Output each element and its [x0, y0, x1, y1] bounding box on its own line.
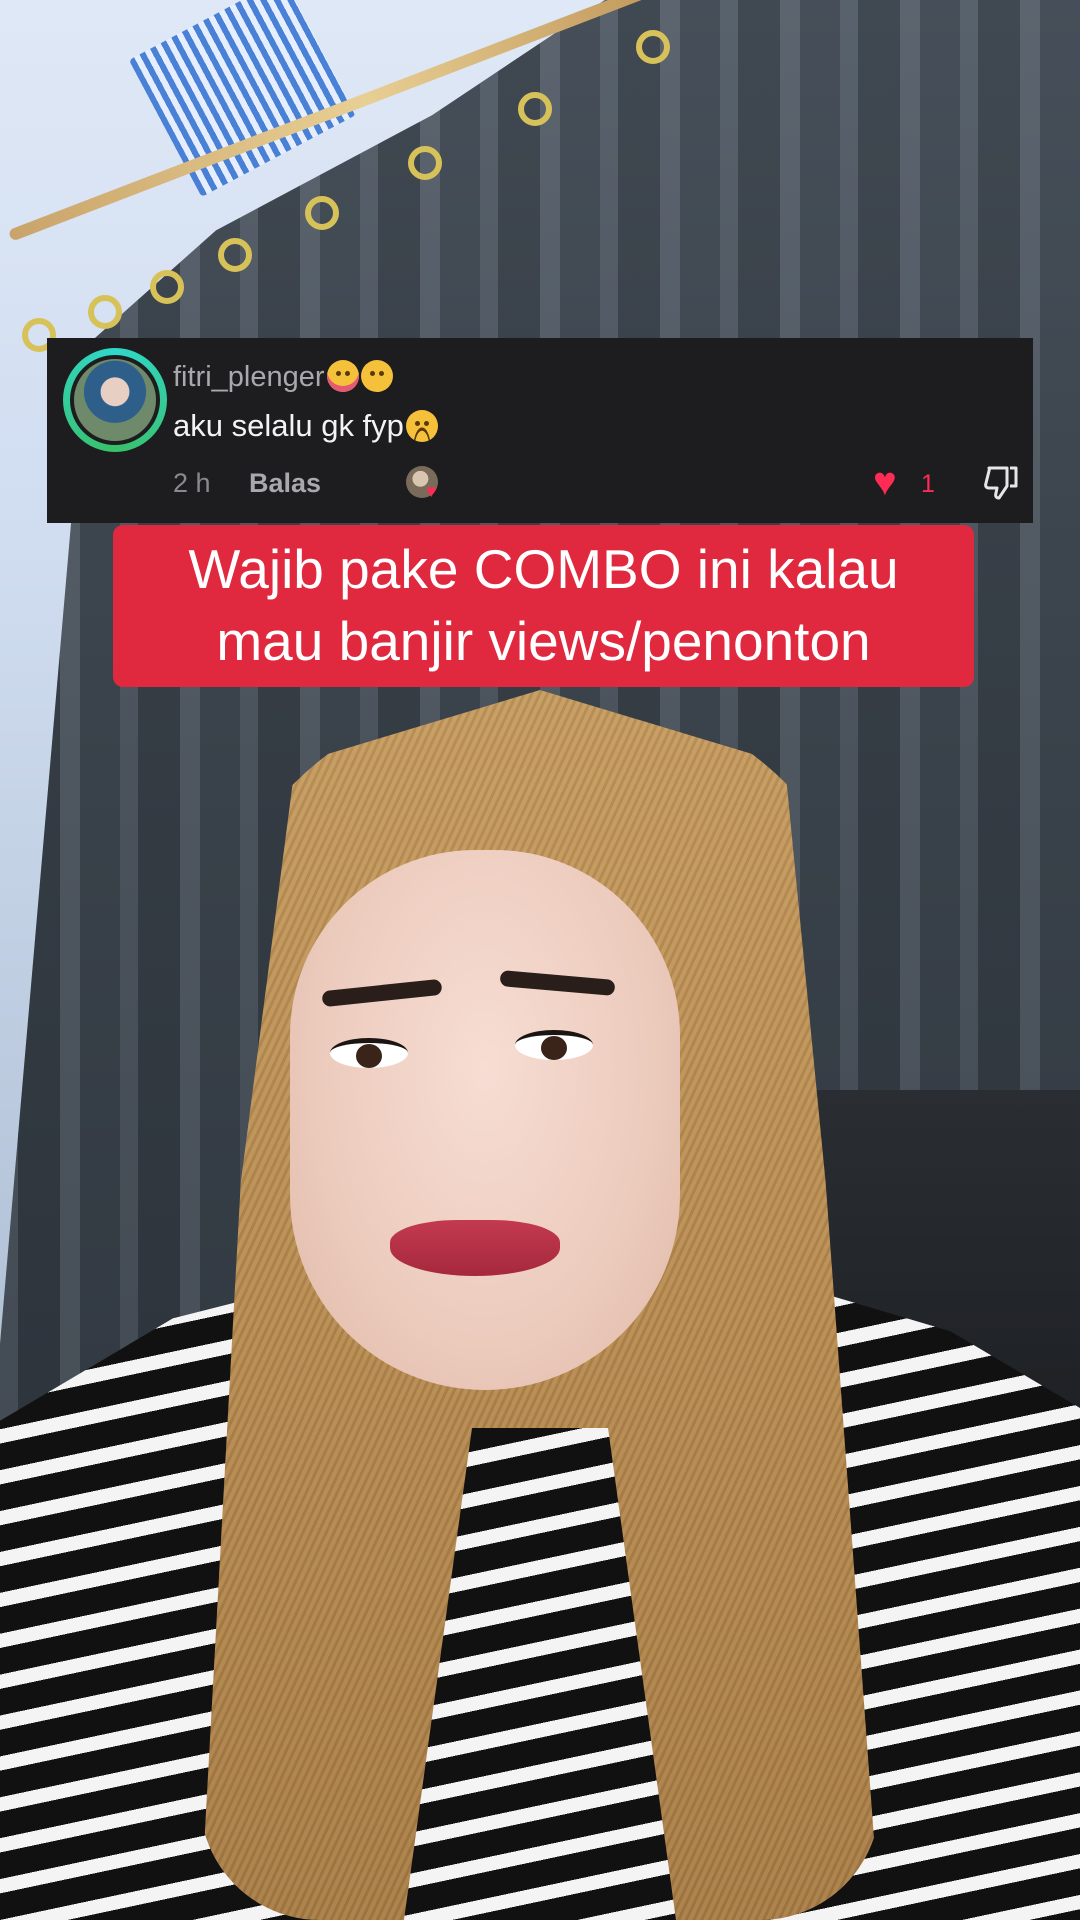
like-count: 1: [921, 470, 935, 498]
curtain-ring: [408, 146, 442, 180]
comment-body: aku selalu gk fyp: [173, 408, 438, 444]
caption-line-1: Wajib pake COMBO ini kalau: [188, 538, 899, 600]
curtain-ring: [636, 30, 670, 64]
caption-line-2: mau banjir views/penonton: [216, 610, 871, 672]
username-text: fitri_plenger: [173, 361, 325, 393]
lips: [390, 1220, 560, 1276]
background-video-frame: [0, 0, 1080, 1920]
comment-meta-row: 2 h Balas ♥ ♥ 1: [173, 462, 1018, 502]
eye-right: [515, 1030, 593, 1060]
creator-liked-heart-icon: ♥: [426, 481, 437, 501]
squinting-tongue-emoji: [326, 360, 359, 392]
comment-text: aku selalu gk fyp: [173, 408, 404, 443]
curtain-ring: [518, 92, 552, 126]
avatar-image: [70, 355, 160, 445]
curtain-ring: [150, 270, 184, 304]
curtain-ring: [305, 196, 339, 230]
hand-over-mouth-emoji: [360, 360, 393, 392]
face: [290, 850, 680, 1390]
comment-time: 2 h: [173, 468, 211, 498]
video-caption: Wajib pake COMBO ini kalau mau banjir vi…: [113, 525, 974, 687]
reply-button[interactable]: Balas: [249, 468, 321, 499]
dislike-icon[interactable]: [981, 462, 1021, 502]
like-heart-icon[interactable]: ♥: [873, 462, 897, 502]
comment-username[interactable]: fitri_plenger: [173, 360, 393, 394]
curtain-ring: [218, 238, 252, 272]
commenter-avatar[interactable]: [63, 348, 167, 452]
eye-left: [330, 1038, 408, 1068]
curtain-ring: [88, 295, 122, 329]
frowning-face-emoji: [405, 410, 438, 442]
comment-card[interactable]: fitri_plenger aku selalu gk fyp 2 h Bala…: [47, 338, 1033, 523]
